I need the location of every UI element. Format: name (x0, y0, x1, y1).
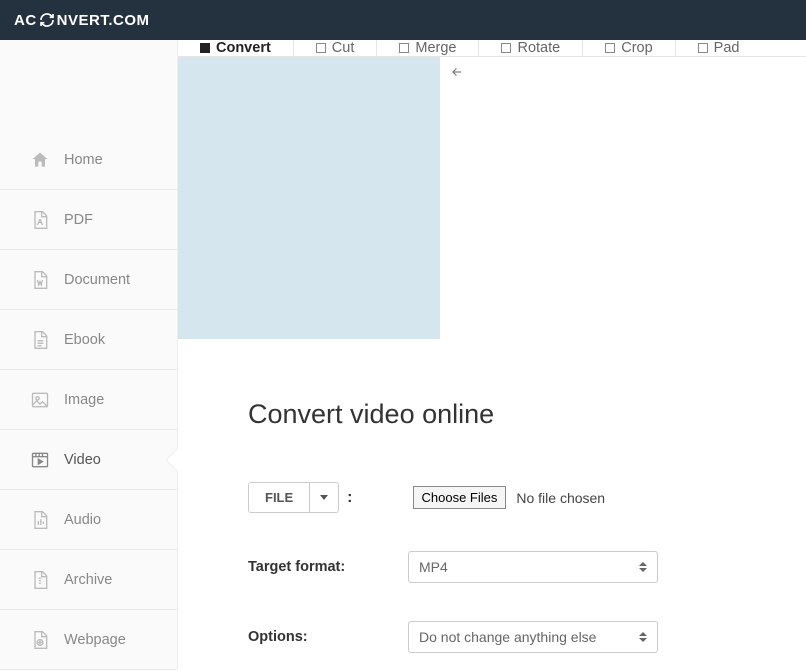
sidebar-item-label: Document (64, 272, 130, 288)
target-format-row: Target format: MP4 (248, 551, 806, 583)
target-format-label: Target format: (248, 559, 408, 575)
square-icon (200, 43, 210, 53)
audio-icon (30, 510, 50, 530)
logo-prefix: AC (14, 12, 37, 29)
tab-pad[interactable]: Pad (676, 40, 762, 56)
tab-label: Convert (216, 40, 271, 56)
sidebar-item-audio[interactable]: Audio (0, 490, 177, 550)
colon: : (347, 489, 352, 507)
sidebar-item-webpage[interactable]: Webpage (0, 610, 177, 670)
ad-row (178, 57, 806, 339)
doc-icon (30, 270, 50, 290)
ad-close-arrow[interactable] (440, 57, 474, 339)
tab-cut[interactable]: Cut (294, 40, 378, 56)
refresh-icon (39, 12, 55, 28)
select-arrows-icon (639, 632, 647, 642)
sidebar-item-video[interactable]: Video (0, 430, 177, 490)
sidebar-item-label: Ebook (64, 332, 105, 348)
sidebar-item-label: Image (64, 392, 104, 408)
sidebar-item-home[interactable]: Home (0, 130, 177, 190)
sidebar-item-label: Audio (64, 512, 101, 528)
file-source-button[interactable]: FILE (249, 483, 309, 512)
file-row: FILE : Choose Files No file chosen (248, 482, 806, 513)
sidebar-item-ebook[interactable]: Ebook (0, 310, 177, 370)
file-chosen-status: No file chosen (516, 490, 605, 506)
home-icon (30, 150, 50, 170)
sidebar-item-label: Webpage (64, 632, 126, 648)
header: AC NVERT.COM (0, 0, 806, 40)
image-icon (30, 390, 50, 410)
options-row: Options: Do not change anything else (248, 621, 806, 653)
ad-placeholder (178, 57, 440, 339)
sidebar-item-pdf[interactable]: PDF (0, 190, 177, 250)
archive-icon (30, 570, 50, 590)
square-icon (698, 43, 708, 53)
options-value: Do not change anything else (419, 629, 596, 645)
tab-convert[interactable]: Convert (178, 40, 294, 56)
sidebar-item-label: PDF (64, 212, 93, 228)
options-label: Options: (248, 629, 408, 645)
page-title: Convert video online (248, 399, 806, 430)
sidebar: Home PDF Document Ebook Image Video Audio Archi… (0, 40, 178, 669)
pdf-icon (30, 210, 50, 230)
tab-label: Merge (415, 40, 456, 56)
chevron-down-icon (320, 495, 328, 500)
square-icon (316, 43, 326, 53)
ebook-icon (30, 330, 50, 350)
choose-files-button[interactable]: Choose Files (413, 486, 507, 509)
file-source-selector[interactable]: FILE (248, 482, 339, 513)
tabs: Convert Cut Merge Rotate Crop Pad (178, 40, 806, 57)
tab-rotate[interactable]: Rotate (479, 40, 583, 56)
logo-suffix: NVERT.COM (57, 12, 150, 29)
sidebar-item-document[interactable]: Document (0, 250, 177, 310)
tab-label: Pad (714, 40, 740, 56)
site-logo[interactable]: AC NVERT.COM (14, 12, 150, 29)
main-content: Convert Cut Merge Rotate Crop Pad Convert vid… (178, 40, 806, 669)
target-format-value: MP4 (419, 559, 448, 575)
square-icon (501, 43, 511, 53)
sidebar-item-image[interactable]: Image (0, 370, 177, 430)
tab-label: Crop (621, 40, 652, 56)
tab-merge[interactable]: Merge (377, 40, 479, 56)
sidebar-item-archive[interactable]: Archive (0, 550, 177, 610)
select-arrows-icon (639, 562, 647, 572)
web-icon (30, 630, 50, 650)
options-select[interactable]: Do not change anything else (408, 621, 658, 653)
target-format-select[interactable]: MP4 (408, 551, 658, 583)
square-icon (605, 43, 615, 53)
square-icon (399, 43, 409, 53)
sidebar-item-label: Video (64, 452, 101, 468)
sidebar-item-label: Archive (64, 572, 112, 588)
file-source-dropdown[interactable] (309, 483, 338, 512)
tab-label: Rotate (517, 40, 560, 56)
tab-label: Cut (332, 40, 355, 56)
video-icon (30, 450, 50, 470)
arrow-left-icon (450, 66, 464, 83)
tab-crop[interactable]: Crop (583, 40, 675, 56)
sidebar-item-label: Home (64, 152, 103, 168)
